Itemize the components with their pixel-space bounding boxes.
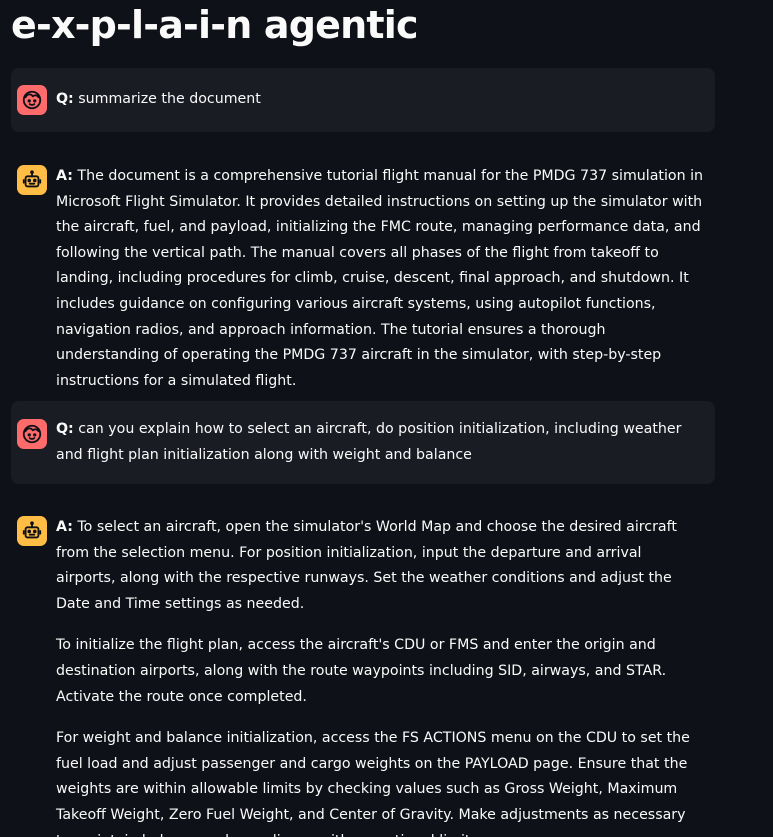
message-prefix: Q: [56, 91, 74, 107]
message-body: summarize the document [73, 91, 261, 107]
robot-icon [21, 169, 43, 191]
page-title: e-x-p-l-a-i-n agentic [11, 3, 418, 47]
message-text: A: To select an aircraft, open the simul… [56, 515, 704, 837]
user-avatar [17, 419, 47, 449]
message-text: A: The document is a comprehensive tutor… [56, 164, 704, 394]
assistant-avatar [17, 165, 47, 195]
message-text: Q: can you explain how to select an airc… [56, 417, 704, 468]
message-prefix: Q: [56, 421, 74, 437]
message-paragraph: For weight and balance initialization, a… [56, 730, 690, 837]
user-avatar [17, 85, 47, 115]
message-paragraph: A: To select an aircraft, open the simul… [56, 515, 704, 617]
message-prefix: A: [56, 519, 73, 535]
message-paragraph: To initialize the flight plan, access th… [56, 637, 667, 705]
message-body: To select an aircraft, open the simulato… [56, 519, 677, 612]
message-body: The document is a comprehensive tutorial… [56, 168, 704, 389]
assistant-avatar [17, 516, 47, 546]
message-prefix: A: [56, 168, 73, 184]
user-face-icon [21, 89, 43, 111]
chat-page: e-x-p-l-a-i-n agentic Q: summarize the d… [0, 0, 773, 837]
message-body: can you explain how to select an aircraf… [56, 421, 682, 463]
message-text: Q: summarize the document [56, 87, 704, 113]
robot-icon [21, 520, 43, 542]
user-face-icon [21, 423, 43, 445]
